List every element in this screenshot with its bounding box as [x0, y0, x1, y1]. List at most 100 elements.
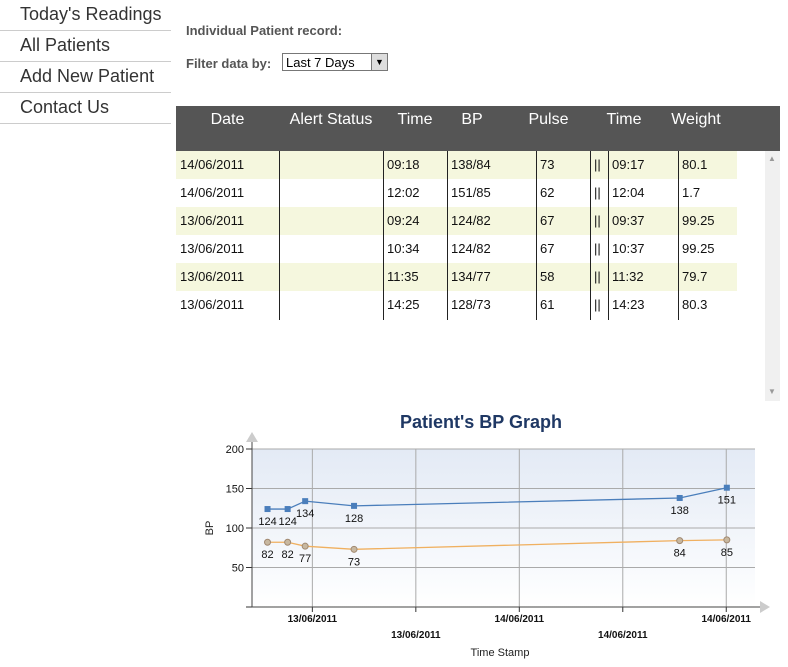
y-tick-label: 50	[232, 563, 244, 575]
y-axis-arrow-icon	[246, 432, 258, 442]
table-cell: 99.25	[682, 241, 715, 256]
table-cell: 10:34	[387, 241, 420, 256]
nav-add-new-patient[interactable]: Add New Patient	[0, 62, 171, 93]
table-cell: ||	[594, 241, 601, 256]
x-tick-label: 14/06/2011	[598, 630, 648, 641]
table-cell: 151/85	[451, 185, 491, 200]
table-row[interactable]: 13/06/2011 09:24 124/82 67 || 09:37 99.25	[176, 207, 737, 235]
nav-contact-us[interactable]: Contact Us	[0, 93, 171, 124]
table-cell: 13/06/2011	[180, 213, 245, 228]
header-alert-status: Alert Status	[289, 111, 373, 128]
table-cell: 80.3	[682, 297, 708, 312]
filter-select[interactable]: Last 7 Days ▼	[282, 53, 388, 71]
table-cell	[279, 151, 383, 179]
y-tick-label: 200	[226, 444, 244, 456]
data-label: 134	[296, 508, 314, 520]
table-cell	[279, 179, 383, 207]
data-label: 124	[258, 516, 276, 528]
table-cell: 11:32	[612, 269, 644, 284]
table-cell: 62	[540, 185, 555, 200]
y-tick-label: 100	[226, 523, 244, 535]
table-cell	[279, 235, 383, 263]
table-cell: 09:37	[612, 213, 645, 228]
x-tick-label: 14/06/2011	[702, 614, 752, 625]
record-label: Individual Patient record:	[186, 23, 343, 38]
data-point	[284, 538, 292, 546]
table-cell	[279, 263, 383, 291]
table-cell: 124/82	[451, 213, 491, 228]
table-cell: 80.1	[682, 157, 708, 172]
data-point	[302, 498, 309, 505]
table-cell: 11:35	[387, 269, 419, 284]
data-point	[264, 538, 272, 546]
table-cell: 58	[540, 269, 555, 284]
x-tick-label: 13/06/2011	[288, 614, 338, 625]
filter-value: Last 7 Days	[286, 55, 355, 70]
data-label: 151	[718, 495, 736, 507]
table-cell: ||	[594, 185, 601, 200]
table-cell	[279, 207, 383, 235]
table-cell: 128/73	[451, 297, 491, 312]
header-date: Date	[210, 111, 245, 128]
table-row[interactable]: 13/06/2011 14:25 128/73 61 || 14:23 80.3	[176, 291, 737, 319]
table-cell: 138/84	[451, 157, 491, 172]
x-tick-label: 14/06/2011	[495, 614, 545, 625]
data-point	[676, 537, 684, 545]
table-row[interactable]: 13/06/2011 10:34 124/82 67 || 10:37 99.25	[176, 235, 737, 263]
data-point	[301, 542, 309, 550]
table-cell: 99.25	[682, 213, 715, 228]
y-tick-label: 150	[226, 484, 244, 496]
table-cell: 79.7	[682, 269, 708, 284]
table-cell	[279, 291, 383, 319]
table-cell: 67	[540, 213, 555, 228]
table-cell: ||	[594, 213, 601, 228]
table-cell: 134/77	[451, 269, 491, 284]
data-point	[350, 545, 358, 553]
table-cell: 14:25	[387, 297, 420, 312]
data-label: 85	[721, 547, 733, 559]
table-row[interactable]: 14/06/2011 12:02 151/85 62 || 12:04 1.7	[176, 179, 737, 207]
header-bp: BP	[461, 111, 483, 128]
data-label: 82	[261, 549, 273, 561]
data-point	[351, 502, 358, 509]
table-cell: 61	[540, 297, 555, 312]
x-axis-label: Time Stamp	[471, 647, 530, 659]
data-point	[676, 494, 683, 501]
scroll-up-icon[interactable]: ▲	[768, 154, 776, 163]
table-scrollbar[interactable]: ▲ ▼	[765, 151, 780, 401]
chevron-down-icon[interactable]: ▼	[371, 54, 387, 70]
nav-all-patients[interactable]: All Patients	[0, 31, 171, 62]
scroll-down-icon[interactable]: ▼	[768, 387, 776, 396]
data-point	[264, 506, 271, 513]
header-weight: Weight	[671, 111, 721, 128]
table-cell: 14:23	[612, 297, 645, 312]
data-point	[723, 536, 731, 544]
table-cell: 10:37	[612, 241, 645, 256]
table-cell: 14/06/2011	[180, 185, 245, 200]
sidebar-nav: Today's Readings All Patients Add New Pa…	[0, 0, 171, 124]
table-cell: 12:04	[612, 185, 645, 200]
data-point	[723, 484, 730, 491]
table-cell: ||	[594, 297, 601, 312]
header-pulse: Pulse	[528, 111, 569, 128]
x-axis-arrow-icon	[760, 601, 770, 613]
table-cell: ||	[594, 269, 601, 284]
data-label: 73	[348, 556, 360, 568]
table-cell: 67	[540, 241, 555, 256]
table-cell: 124/82	[451, 241, 491, 256]
table-cell: 12:02	[387, 185, 420, 200]
table-row[interactable]: 14/06/2011 09:18 138/84 73 || 09:17 80.1	[176, 151, 737, 179]
table-cell: 09:17	[612, 157, 645, 172]
data-label: 124	[278, 516, 296, 528]
data-point	[284, 506, 291, 513]
table-cell: 09:24	[387, 213, 420, 228]
chart-title: Patient's BP Graph	[400, 412, 562, 432]
data-label: 138	[671, 505, 689, 517]
data-label: 128	[345, 513, 363, 525]
table-cell: 13/06/2011	[180, 269, 245, 284]
header-time-2: Time	[606, 111, 642, 128]
table-row[interactable]: 13/06/2011 11:35 134/77 58 || 11:32 79.7	[176, 263, 737, 291]
nav-todays-readings[interactable]: Today's Readings	[0, 0, 171, 31]
table-cell: 73	[540, 157, 555, 172]
header-time: Time	[397, 111, 433, 128]
